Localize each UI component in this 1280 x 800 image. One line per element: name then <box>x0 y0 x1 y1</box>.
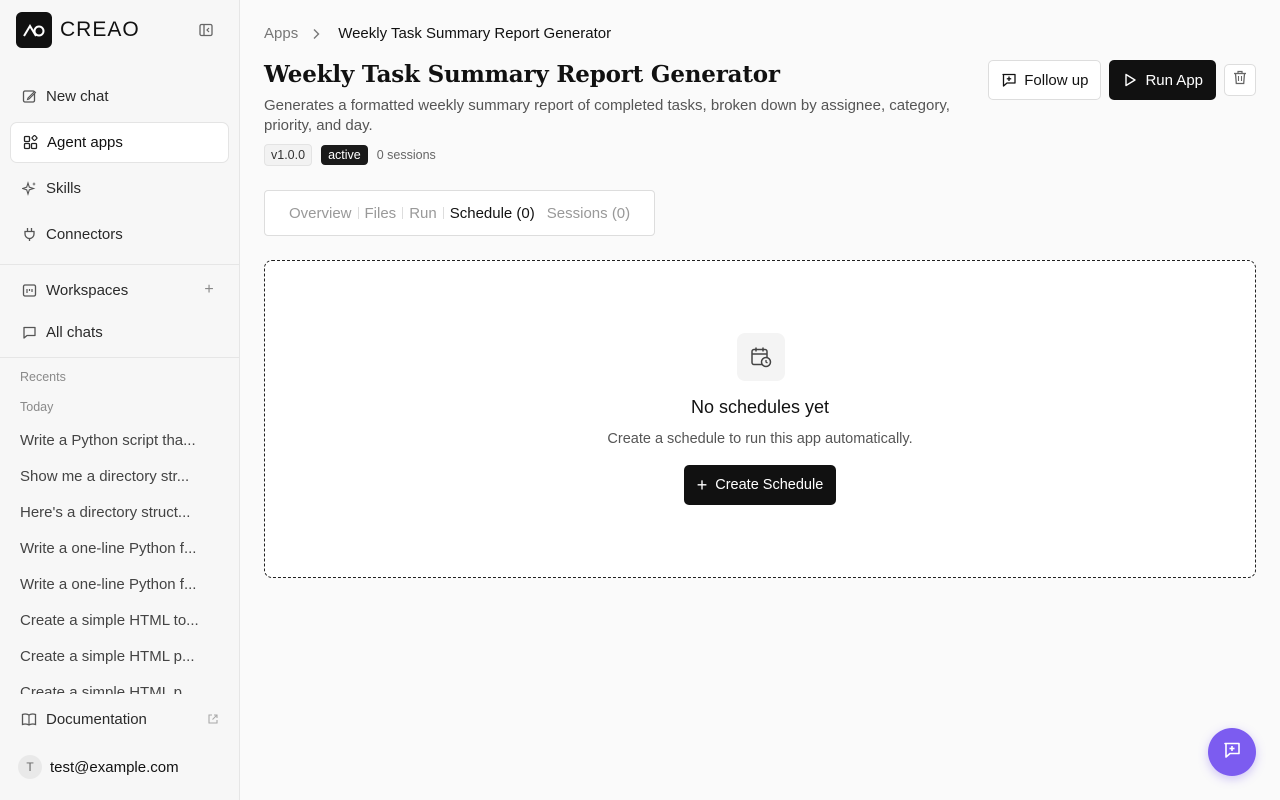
page-title: Weekly Task Summary Report Generator <box>264 61 780 88</box>
page-description: Generates a formatted weekly summary rep… <box>264 97 950 134</box>
breadcrumb-current: Weekly Task Summary Report Generator <box>338 25 612 42</box>
sidebar-item-skills[interactable]: Skills <box>10 168 229 209</box>
breadcrumb: Apps Weekly Task Summary Report Generato… <box>264 25 611 42</box>
chevron-right-icon <box>312 28 324 40</box>
plus-icon: + <box>696 475 708 495</box>
tab-sessions[interactable]: Sessions (0) <box>547 205 630 222</box>
sidebar-divider <box>0 264 239 265</box>
tab-schedule[interactable]: Schedule (0) <box>450 205 535 222</box>
delete-button[interactable] <box>1224 64 1256 96</box>
documentation-link[interactable]: Documentation <box>10 704 229 734</box>
sidebar-item-label: Skills <box>46 180 82 197</box>
edit-icon <box>21 89 37 105</box>
recent-chat-item[interactable]: Show me a directory str... <box>20 458 210 494</box>
brand-name: CREAO <box>60 18 140 41</box>
create-schedule-button[interactable]: + Create Schedule <box>684 465 836 505</box>
sidebar-toggle-icon[interactable] <box>197 21 215 39</box>
chat-fab-button[interactable] <box>1208 728 1256 776</box>
header-actions: Follow up Run App <box>988 60 1256 100</box>
user-account[interactable]: T test@example.com <box>18 755 179 779</box>
sidebar-nav: New chat Agent apps Skills Connectors <box>10 76 229 260</box>
app-meta: v1.0.0 active 0 sessions <box>264 144 436 166</box>
recent-chat-item[interactable]: Write a one-line Python f... <box>20 530 210 566</box>
empty-state-subtitle: Create a schedule to run this app automa… <box>607 431 913 447</box>
message-square-plus-icon <box>1222 740 1242 765</box>
recent-chat-item[interactable]: Create a simple HTML to... <box>20 602 210 638</box>
plug-icon <box>21 227 37 243</box>
sidebar: CREAO New chat Agent apps Skills Connect… <box>0 0 240 800</box>
app-root: CREAO New chat Agent apps Skills Connect… <box>0 0 1280 800</box>
trash-icon <box>1233 70 1247 90</box>
sidebar-item-workspaces[interactable]: Workspaces + <box>10 273 229 307</box>
breadcrumb-apps-link[interactable]: Apps <box>264 25 298 42</box>
main-content: Apps Weekly Task Summary Report Generato… <box>240 0 1280 800</box>
book-icon <box>21 711 37 727</box>
follow-up-button[interactable]: Follow up <box>988 60 1102 100</box>
tab-files[interactable]: Files <box>365 205 397 222</box>
recent-chat-item[interactable]: Write a Python script tha... <box>20 422 210 458</box>
sidebar-item-label: Agent apps <box>47 134 123 151</box>
run-app-label: Run App <box>1145 71 1203 89</box>
documentation-label: Documentation <box>46 710 147 728</box>
run-app-button[interactable]: Run App <box>1109 60 1216 100</box>
sidebar-item-agent-apps[interactable]: Agent apps <box>10 122 229 163</box>
tab-divider <box>442 207 444 219</box>
apps-icon <box>22 135 38 151</box>
avatar: T <box>18 755 42 779</box>
sidebar-item-label: New chat <box>46 88 109 105</box>
sidebar-item-new-chat[interactable]: New chat <box>10 76 229 117</box>
logo-icon <box>16 12 52 48</box>
recent-chat-item[interactable]: Create a simple HTML p... <box>20 674 210 695</box>
tab-divider <box>357 207 359 219</box>
tab-overview[interactable]: Overview <box>289 205 352 222</box>
recent-chat-item[interactable]: Here's a directory struct... <box>20 494 210 530</box>
status-badge: active <box>321 145 368 165</box>
create-schedule-label: Create Schedule <box>715 477 824 493</box>
sparkles-icon <box>21 181 37 197</box>
sidebar-divider <box>0 357 239 358</box>
external-link-icon <box>207 712 221 726</box>
calendar-clock-icon <box>737 333 785 381</box>
sidebar-item-label: All chats <box>46 323 103 341</box>
follow-up-label: Follow up <box>1024 71 1089 89</box>
schedule-empty-state: No schedules yet Create a schedule to ru… <box>264 260 1256 578</box>
version-badge: v1.0.0 <box>264 144 313 166</box>
today-heading: Today <box>20 400 54 414</box>
message-plus-icon <box>1001 72 1017 88</box>
recents-list: Write a Python script tha... Show me a d… <box>20 422 210 695</box>
sidebar-item-label: Connectors <box>46 226 123 243</box>
recent-chat-item[interactable]: Write a one-line Python f... <box>20 566 210 602</box>
sidebar-item-label: Workspaces <box>46 281 129 299</box>
tab-run[interactable]: Run <box>409 205 437 222</box>
empty-state-title: No schedules yet <box>690 397 830 417</box>
sessions-count: 0 sessions <box>376 148 436 162</box>
tab-bar: Overview Files Run Schedule (0) Sessions… <box>264 190 656 236</box>
workspace-icon <box>21 282 37 298</box>
chat-icon <box>21 324 37 340</box>
recents-heading: Recents <box>20 370 66 384</box>
recent-chat-item[interactable]: Create a simple HTML p... <box>20 638 210 674</box>
sidebar-item-connectors[interactable]: Connectors <box>10 214 229 255</box>
tab-divider <box>402 207 404 219</box>
brand: CREAO <box>16 12 219 48</box>
play-icon <box>1122 72 1138 88</box>
user-email: test@example.com <box>50 758 179 776</box>
sidebar-item-all-chats[interactable]: All chats <box>10 315 229 349</box>
add-workspace-icon[interactable]: + <box>201 282 217 298</box>
